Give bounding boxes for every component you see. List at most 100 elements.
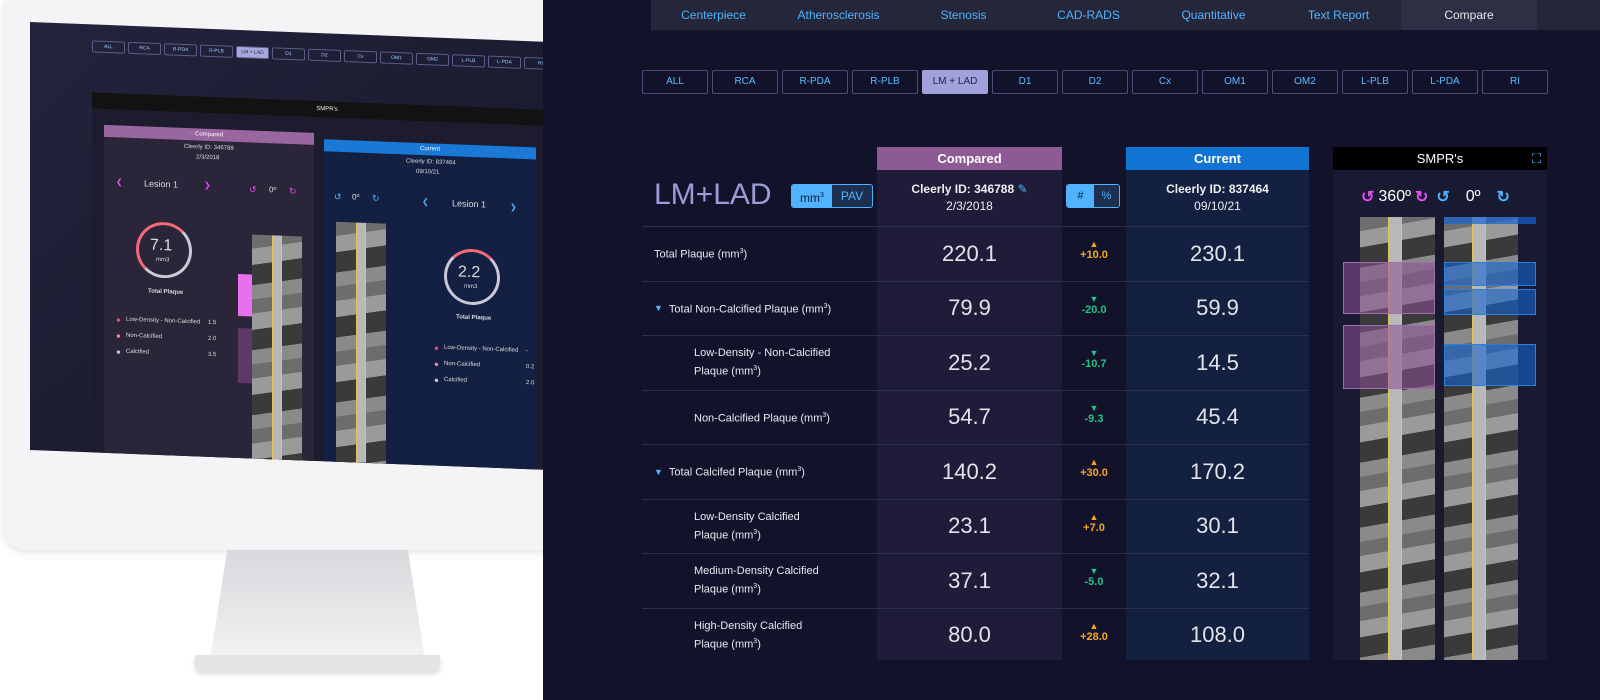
monitor-compared-angle: 0º: [269, 185, 277, 195]
monitor-segment[interactable]: R-PDA: [164, 43, 197, 57]
prev-lesion-icon[interactable]: ❮: [422, 197, 429, 206]
segment-d2[interactable]: D2: [1062, 70, 1128, 94]
monitor-segment[interactable]: Cx: [344, 50, 377, 64]
monitor-segment[interactable]: ALL: [92, 40, 125, 54]
rotate-right-icon[interactable]: ↻: [1497, 187, 1510, 207]
current-lesion-4: [1444, 344, 1536, 386]
monitor-segment[interactable]: OM1: [380, 51, 413, 65]
row-label[interactable]: ▼ Total Non-Calcified Plaque (mm3): [654, 282, 831, 336]
compared-lesion-2: [1343, 325, 1435, 389]
monitor-compared-total-label: Total Plaque: [148, 288, 184, 296]
table-row: Low-Density - Non-Calcified Plaque (mm3) 2…: [642, 335, 1309, 390]
monitor-smpr-panel: SMPR's Compared Cleerly ID: 346788 2/3/2…: [92, 92, 562, 472]
mm3-option[interactable]: mm3: [792, 185, 832, 207]
tab-stenosis[interactable]: Stenosis: [901, 0, 1026, 30]
segment-l-plb[interactable]: L-PLB: [1342, 70, 1408, 94]
row-label-line2-text: Plaque (mm: [694, 529, 754, 542]
arrow-down-icon: ▼: [1089, 402, 1099, 413]
segment-d1[interactable]: D1: [992, 70, 1058, 94]
segment-r-pda[interactable]: R-PDA: [782, 70, 848, 94]
right-angle: 0º: [1465, 188, 1481, 205]
next-lesion-icon[interactable]: ❯: [510, 202, 517, 211]
row-label[interactable]: ▼ Total Calcifed Plaque (mm3): [654, 445, 805, 499]
monitor-segment[interactable]: L-PLB: [452, 54, 485, 68]
monitor-compared-id: Cleerly ID: 346788: [184, 143, 234, 152]
monitor-current-total: 2.2: [458, 263, 481, 282]
table-row: High-Density Calcified Plaque (mm3) 80.0 ▲ +…: [642, 607, 1309, 663]
compared-header: Compared: [877, 147, 1062, 170]
monitor-compared-lesion: Lesion 1: [144, 178, 179, 190]
segment-om1[interactable]: OM1: [1202, 70, 1268, 94]
monitor-legend-value: 2.0: [208, 335, 217, 343]
monitor-current-header: Current: [324, 139, 536, 160]
next-lesion-icon[interactable]: ❯: [204, 181, 211, 190]
compare-app: Centerpiece Atherosclerosis Stenosis CAD-RA…: [543, 0, 1600, 700]
monitor-lesion-marker-1: [238, 273, 252, 317]
delta-value: ▲ +30.0: [1062, 457, 1126, 479]
rotate-left-icon[interactable]: ↺: [1436, 187, 1449, 207]
tab-compare[interactable]: Compare: [1401, 0, 1537, 30]
rotate-left-icon[interactable]: ↺: [1361, 187, 1374, 207]
rotate-right-icon[interactable]: ↻: [289, 186, 297, 197]
rotate-right-icon[interactable]: ↻: [1415, 187, 1428, 207]
compared-value: 25.2: [948, 349, 991, 375]
tab-quantitative[interactable]: Quantitative: [1151, 0, 1276, 30]
monitor-segment[interactable]: RCA: [128, 41, 161, 56]
monitor-current-date: 09/10/21: [416, 168, 440, 176]
monitor-segment[interactable]: D1: [272, 47, 305, 61]
monitor-segment[interactable]: R-PLB: [200, 44, 233, 58]
rotate-left-icon[interactable]: ↺: [334, 192, 342, 203]
arrow-up-icon: ▲: [1089, 620, 1099, 631]
delta-text: +7.0: [1083, 521, 1105, 534]
expand-caret-icon[interactable]: ▼: [654, 300, 663, 316]
delta-text: +28.0: [1080, 630, 1108, 643]
delta-text: -9.3: [1084, 412, 1104, 425]
monitor-compared-date: 2/3/2018: [196, 154, 220, 162]
row-label-text: Total Non-Calcified Plaque (mm3): [668, 302, 832, 316]
segment-r-plb[interactable]: R-PLB: [852, 70, 918, 94]
monitor-segment[interactable]: OM2: [416, 52, 449, 67]
table-row: Medium-Density Calcified Plaque (mm3) 37.1…: [642, 553, 1309, 608]
edit-pencil-icon[interactable]: ✎: [1018, 182, 1028, 196]
prev-lesion-icon[interactable]: ❮: [116, 177, 123, 186]
current-date: 09/10/21: [1194, 199, 1241, 213]
arrow-up-icon: ▲: [1089, 511, 1099, 522]
tab-text-report[interactable]: Text Report: [1276, 0, 1401, 30]
fullscreen-icon[interactable]: ⛶: [1532, 151, 1541, 167]
monitor-legend-label: Non-Calcified: [444, 360, 481, 369]
rotate-right-icon[interactable]: ↻: [372, 193, 380, 204]
arrow-up-icon: ▲: [1089, 457, 1099, 467]
current-value: 45.4: [1196, 404, 1239, 430]
percent-option[interactable]: %: [1094, 185, 1119, 207]
current-lesion-2: [1444, 262, 1536, 286]
segment-cx[interactable]: Cx: [1132, 70, 1198, 94]
segment-rca[interactable]: RCA: [712, 70, 778, 94]
row-label-line1: Non-Calcified Plaque (mm: [694, 412, 823, 425]
tab-atherosclerosis[interactable]: Atherosclerosis: [776, 0, 901, 30]
rotate-left-icon[interactable]: ↺: [249, 184, 257, 195]
delta-text: -5.0: [1084, 576, 1104, 588]
monitor-segment[interactable]: L-PDA: [488, 55, 521, 69]
monitor-legend-value: 2.0: [526, 380, 535, 387]
delta-text: +30.0: [1080, 467, 1108, 479]
row-label-text: Medium-Density Calcified Plaque (mm3): [694, 563, 819, 598]
segment-lm-lad[interactable]: LM + LAD: [922, 70, 988, 94]
hash-option[interactable]: #: [1067, 185, 1094, 207]
segment-l-pda[interactable]: L-PDA: [1412, 70, 1478, 94]
compared-value: 220.1: [941, 240, 998, 266]
segment-all[interactable]: ALL: [642, 70, 708, 94]
monitor-segment[interactable]: LM + LAD: [236, 45, 269, 60]
monitor-segment[interactable]: D2: [308, 48, 341, 62]
current-value: 32.1: [1196, 567, 1239, 593]
compared-value: 54.7: [948, 404, 991, 430]
segment-om2[interactable]: OM2: [1272, 70, 1338, 94]
pav-option[interactable]: PAV: [832, 185, 872, 207]
tab-cad-rads[interactable]: CAD-RADS: [1026, 0, 1151, 30]
expand-caret-icon[interactable]: ▼: [654, 464, 663, 480]
segment-ri[interactable]: RI: [1482, 70, 1548, 94]
delta-value: ▼ -9.3: [1062, 403, 1126, 425]
monitor-legend-label: Non-Calcified: [126, 332, 163, 341]
tab-centerpiece[interactable]: Centerpiece: [651, 0, 776, 30]
vessel-title: LM+LAD: [654, 178, 772, 211]
current-value: 30.1: [1196, 513, 1239, 539]
